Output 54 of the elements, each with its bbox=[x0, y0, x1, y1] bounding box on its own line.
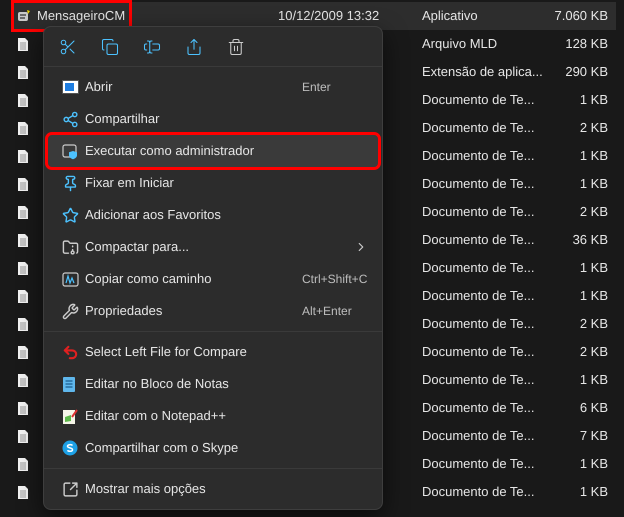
file-type: Documento de Te... bbox=[422, 259, 534, 278]
menu-label: Executar como administrador bbox=[85, 142, 254, 160]
menu-label: Mostrar mais opções bbox=[85, 480, 206, 498]
file-size: 2 KB bbox=[580, 119, 608, 138]
menu-label: Editar no Bloco de Notas bbox=[85, 375, 229, 394]
file-size: 6 KB bbox=[580, 399, 608, 418]
file-size: 128 KB bbox=[565, 35, 608, 54]
file-date: 10/12/2009 13:32 bbox=[278, 7, 380, 26]
file-size: 1 KB bbox=[580, 371, 608, 390]
file-type: Documento de Te... bbox=[422, 147, 534, 166]
file-type: Extensão de aplica... bbox=[422, 63, 543, 82]
menu-label: Adicionar aos Favoritos bbox=[85, 206, 221, 224]
file-name: MensageiroCM bbox=[37, 7, 126, 26]
menu-label: Compartilhar com o Skype bbox=[85, 439, 238, 458]
menu-label: Abrir bbox=[85, 78, 112, 96]
file-type: Documento de Te... bbox=[422, 315, 534, 334]
file-type: Documento de Te... bbox=[422, 287, 534, 306]
file-size: 1 KB bbox=[580, 175, 608, 194]
file-size: 1 KB bbox=[580, 455, 608, 474]
file-type: Documento de Te... bbox=[422, 175, 534, 194]
menu-label: Copiar como caminho bbox=[85, 270, 212, 288]
file-size: 7 KB bbox=[580, 427, 608, 446]
file-type: Documento de Te... bbox=[422, 343, 534, 362]
file-size: 1 KB bbox=[580, 287, 608, 306]
file-size: 36 KB bbox=[572, 231, 608, 250]
file-type: Documento de Te... bbox=[422, 203, 534, 222]
menu-label: Editar com o Notepad++ bbox=[85, 407, 226, 426]
file-type: Documento de Te... bbox=[422, 455, 534, 474]
file-type: Documento de Te... bbox=[422, 399, 534, 418]
file-size: 2 KB bbox=[580, 315, 608, 334]
file-size: 2 KB bbox=[580, 343, 608, 362]
menu-label: Fixar em Iniciar bbox=[85, 174, 174, 192]
file-type: Documento de Te... bbox=[422, 91, 534, 110]
file-size: 2 KB bbox=[580, 203, 608, 222]
shortcut-label: Ctrl+Shift+C bbox=[302, 271, 368, 288]
file-type: Documento de Te... bbox=[422, 119, 534, 138]
file-size: 290 KB bbox=[565, 63, 608, 82]
file-size: 7.060 KB bbox=[554, 7, 608, 26]
file-size: 1 KB bbox=[580, 91, 608, 110]
file-type: Documento de Te... bbox=[422, 427, 534, 446]
menu-label: Propriedades bbox=[85, 302, 162, 320]
file-size: 1 KB bbox=[580, 483, 608, 502]
shortcut-label: Alt+Enter bbox=[302, 303, 352, 320]
file-size: 1 KB bbox=[580, 259, 608, 278]
file-type: Documento de Te... bbox=[422, 483, 534, 502]
file-size: 1 KB bbox=[580, 147, 608, 166]
menu-label: Compactar para... bbox=[85, 238, 190, 256]
shortcut-label: Enter bbox=[302, 79, 331, 96]
file-type: Arquivo MLD bbox=[422, 35, 498, 54]
file-type: Aplicativo bbox=[422, 7, 478, 26]
menu-label: Select Left File for Compare bbox=[85, 343, 247, 362]
menu-label: Compartilhar bbox=[85, 110, 160, 128]
file-type: Documento de Te... bbox=[422, 371, 534, 390]
file-type: Documento de Te... bbox=[422, 231, 534, 250]
